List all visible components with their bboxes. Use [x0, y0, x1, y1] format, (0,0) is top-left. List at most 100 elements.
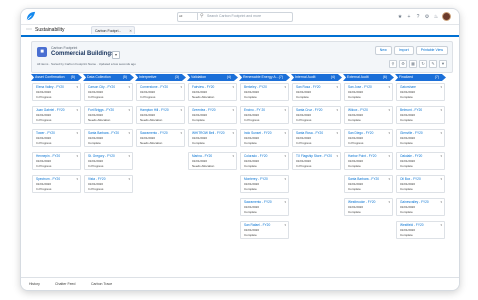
kanban-card[interactable]: Encino - FY 20 01/01/2020 In Progress ▾	[240, 106, 289, 124]
kanban-card[interactable]: Santa Barbara - FY20 01/01/2020 Complete ▾	[344, 175, 393, 193]
kanban-card[interactable]: WHITROW Bell - FY20 01/01/2020 Complete ▾	[188, 129, 237, 147]
search-scope-select[interactable]: All	[179, 12, 198, 20]
card-menu-icon[interactable]: ▾	[284, 154, 286, 158]
kanban-card[interactable]: St. Gregory - FY20 01/01/2020 In Progress ▾	[84, 152, 133, 170]
card-name[interactable]: Fairview - FY20	[192, 85, 214, 89]
refresh-icon[interactable]: ↻	[419, 60, 427, 68]
card-menu-icon[interactable]: ▾	[284, 85, 286, 89]
card-menu-icon[interactable]: ▾	[440, 200, 442, 204]
card-name[interactable]: Hampton Hill - FY20	[140, 108, 169, 112]
card-menu-icon[interactable]: ▾	[128, 85, 130, 89]
card-menu-icon[interactable]: ▾	[180, 108, 182, 112]
kanban-card[interactable]: TX Flagship Store - FY20 01/01/2020 In Pro…	[292, 152, 341, 170]
card-menu-icon[interactable]: ▾	[128, 131, 130, 135]
card-name[interactable]: Vista - FY20	[88, 177, 105, 181]
search-placeholder[interactable]: Search Carbon Footprint and more	[207, 12, 261, 20]
stage-header[interactable]: Renewable Energy A... (7)	[239, 74, 290, 81]
kanban-card[interactable]: Westfield - FY20 01/01/2020 Complete ▾	[396, 221, 445, 239]
gear-icon[interactable]: ⚙	[424, 14, 430, 20]
card-name[interactable]: Berkeley - FY20	[244, 85, 267, 89]
card-menu-icon[interactable]: ▾	[284, 108, 286, 112]
card-name[interactable]: San Jose - FY20	[348, 85, 372, 89]
kanban-card[interactable]: Vista - FY20 01/01/2020 In Progress ▾	[84, 175, 133, 193]
card-menu-icon[interactable]: ▾	[76, 108, 78, 112]
card-name[interactable]: Oakdale - FY20	[400, 154, 422, 158]
printable-view-button[interactable]: Printable View	[415, 46, 448, 55]
card-menu-icon[interactable]: ▾	[76, 85, 78, 89]
search-list-icon[interactable]: ⚲	[389, 60, 397, 68]
card-name[interactable]: Oil Box - FY20	[400, 177, 421, 181]
card-menu-icon[interactable]: ▾	[388, 177, 390, 181]
card-menu-icon[interactable]: ▾	[388, 85, 390, 89]
stage-header[interactable]: Asset Confirmation (5)	[31, 74, 82, 81]
card-menu-icon[interactable]: ▾	[284, 177, 286, 181]
card-menu-icon[interactable]: ▾	[76, 131, 78, 135]
history-item[interactable]: History	[29, 281, 40, 287]
card-menu-icon[interactable]: ▾	[388, 200, 390, 204]
kanban-card[interactable]: Santa Barbara - FY20 01/01/2020 Complete ▾	[84, 129, 133, 147]
stage-header[interactable]: Interpretive (3)	[135, 74, 186, 81]
card-menu-icon[interactable]: ▾	[180, 131, 182, 135]
card-menu-icon[interactable]: ▾	[388, 154, 390, 158]
card-name[interactable]: Hennepin - FY20	[36, 154, 60, 158]
card-name[interactable]: Gainesvalley - FY20	[400, 200, 429, 204]
card-menu-icon[interactable]: ▾	[128, 154, 130, 158]
card-name[interactable]: Greenlea - FY20	[192, 108, 216, 112]
card-name[interactable]: Santa Barbara - FY20	[88, 131, 119, 135]
help-icon[interactable]: ?	[415, 14, 421, 20]
kanban-card[interactable]: Juan Gabriel - FY20 01/01/2020 In Progress…	[32, 106, 81, 124]
kanban-card[interactable]: Harbor Point - FY20 01/01/2020 Complete ▾	[344, 152, 393, 170]
kanban-card[interactable]: San Rafael - FY20 01/01/2020 Complete ▾	[240, 221, 289, 239]
card-name[interactable]: Harbor Point - FY20	[348, 154, 376, 158]
kanban-card[interactable]: Greenlea - FY20 01/01/2020 Complete ▾	[188, 106, 237, 124]
card-menu-icon[interactable]: ▾	[76, 177, 78, 181]
card-menu-icon[interactable]: ▾	[336, 108, 338, 112]
card-menu-icon[interactable]: ▾	[128, 177, 130, 181]
kanban-card[interactable]: Santa Cruz - FY20 01/01/2020 In Progress ▾	[292, 106, 341, 124]
card-menu-icon[interactable]: ▾	[180, 85, 182, 89]
card-menu-icon[interactable]: ▾	[336, 154, 338, 158]
card-name[interactable]: Carson City - FY20	[88, 85, 115, 89]
card-menu-icon[interactable]: ▾	[128, 108, 130, 112]
card-menu-icon[interactable]: ▾	[284, 200, 286, 204]
card-menu-icon[interactable]: ▾	[232, 131, 234, 135]
stage-header[interactable]: External Audit (6)	[343, 74, 394, 81]
card-name[interactable]: Santa Rosa - FY20	[296, 131, 323, 135]
avatar[interactable]	[442, 12, 451, 21]
card-name[interactable]: Glenville - FY20	[400, 131, 423, 135]
kanban-card[interactable]: Sacramento - FY20 01/01/2020 Complete ▾	[240, 198, 289, 216]
stage-header[interactable]: Data Collection (5)	[83, 74, 134, 81]
kanban-card[interactable]: Monterey - FY20 01/01/2020 Complete ▾	[240, 175, 289, 193]
card-name[interactable]: Elena Valley - FY20	[36, 85, 64, 89]
kanban-card[interactable]: Santa Rosa - FY20 01/01/2020 In Progress ▾	[292, 129, 341, 147]
card-name[interactable]: Cornerstone - FY20	[140, 85, 168, 89]
carbon-trace-item[interactable]: Carbon Trace	[91, 281, 112, 287]
card-name[interactable]: Santa Barbara - FY20	[348, 177, 379, 181]
kanban-card[interactable]: Marina - FY20 01/01/2020 Needs Allocation ▾	[188, 152, 237, 170]
card-name[interactable]: St. Gregory - FY20	[88, 154, 115, 158]
card-name[interactable]: TX Flagship Store - FY20	[296, 154, 332, 158]
kanban-card[interactable]: Hampton Hill - FY20 01/01/2020 Needs Alloc…	[136, 106, 185, 124]
chatter-feed-item[interactable]: Chatter Feed	[55, 281, 75, 287]
card-name[interactable]: WHITROW Bell - FY20	[192, 131, 225, 135]
kanban-card[interactable]: Wilcox - FY20 01/01/2020 Complete ▾	[344, 106, 393, 124]
kanban-card[interactable]: Cornerstone - FY20 01/01/2020 In Progress ▾	[136, 83, 185, 101]
card-name[interactable]: Monterey - FY20	[244, 177, 268, 181]
card-menu-icon[interactable]: ▾	[336, 131, 338, 135]
card-name[interactable]: San Rafael - FY20	[244, 223, 270, 227]
close-icon[interactable]: ✕	[129, 27, 132, 35]
list-view-title[interactable]: Commercial Buildings	[51, 51, 114, 58]
card-menu-icon[interactable]: ▾	[388, 131, 390, 135]
edit-icon[interactable]: ✎	[429, 60, 437, 68]
card-name[interactable]: Santa Cruz - FY20	[296, 108, 322, 112]
card-name[interactable]: Westfield - FY20	[400, 223, 424, 227]
grid-icon[interactable]: ⋯	[26, 27, 32, 33]
filter-icon[interactable]: ▼	[439, 60, 447, 68]
kanban-card[interactable]: Sacramento - FY20 01/01/2020 Needs Allocat…	[136, 129, 185, 147]
kanban-card[interactable]: Gatorshare 01/01/2020 Complete ▾	[396, 83, 445, 101]
card-menu-icon[interactable]: ▾	[232, 108, 234, 112]
card-menu-icon[interactable]: ▾	[440, 154, 442, 158]
kanban-card[interactable]: Glenville - FY20 01/01/2020 Complete ▾	[396, 129, 445, 147]
kanban-card[interactable]: Fairview - FY20 01/01/2020 Needs Allocatio…	[188, 83, 237, 101]
card-menu-icon[interactable]: ▾	[284, 223, 286, 227]
